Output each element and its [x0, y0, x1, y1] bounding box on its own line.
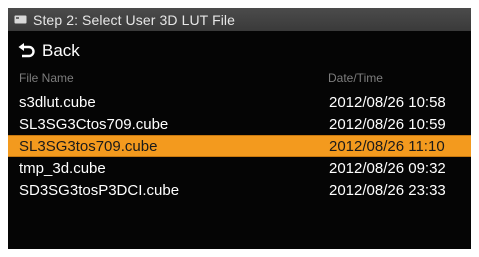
file-datetime: 2012/08/26 10:59 [329, 116, 446, 133]
lut-file-dialog: Step 2: Select User 3D LUT File Back Fil… [8, 8, 471, 249]
file-datetime: 2012/08/26 23:33 [329, 182, 446, 199]
file-list: s3dlut.cube 2012/08/26 10:58 SL3SG3Ctos7… [8, 91, 471, 201]
column-header-file-name: File Name [19, 71, 74, 85]
back-arrow-icon [18, 43, 36, 59]
back-label: Back [42, 41, 80, 60]
file-row[interactable]: SL3SG3Ctos709.cube 2012/08/26 10:59 [8, 113, 471, 135]
page-title: Step 2: Select User 3D LUT File [33, 11, 236, 28]
file-name: tmp_3d.cube [19, 160, 106, 177]
file-datetime: 2012/08/26 09:32 [329, 160, 446, 177]
column-header-date-time: Date/Time [328, 71, 383, 85]
file-datetime: 2012/08/26 10:58 [329, 94, 446, 111]
title-bar: Step 2: Select User 3D LUT File [8, 8, 471, 31]
file-name: SL3SG3Ctos709.cube [19, 116, 169, 133]
file-row[interactable]: s3dlut.cube 2012/08/26 10:58 [8, 91, 471, 113]
card-icon [14, 15, 27, 24]
file-name: s3dlut.cube [19, 94, 96, 111]
file-name: SD3SG3tosP3DCI.cube [19, 182, 180, 199]
back-button[interactable]: Back [18, 39, 80, 63]
file-datetime: 2012/08/26 11:10 [329, 138, 445, 155]
file-row[interactable]: SD3SG3tosP3DCI.cube 2012/08/26 23:33 [8, 179, 471, 201]
file-row[interactable]: tmp_3d.cube 2012/08/26 09:32 [8, 157, 471, 179]
column-headers: File Name Date/Time [8, 71, 471, 87]
file-row-selected[interactable]: SL3SG3tos709.cube 2012/08/26 11:10 [8, 135, 471, 157]
file-name: SL3SG3tos709.cube [19, 138, 158, 155]
